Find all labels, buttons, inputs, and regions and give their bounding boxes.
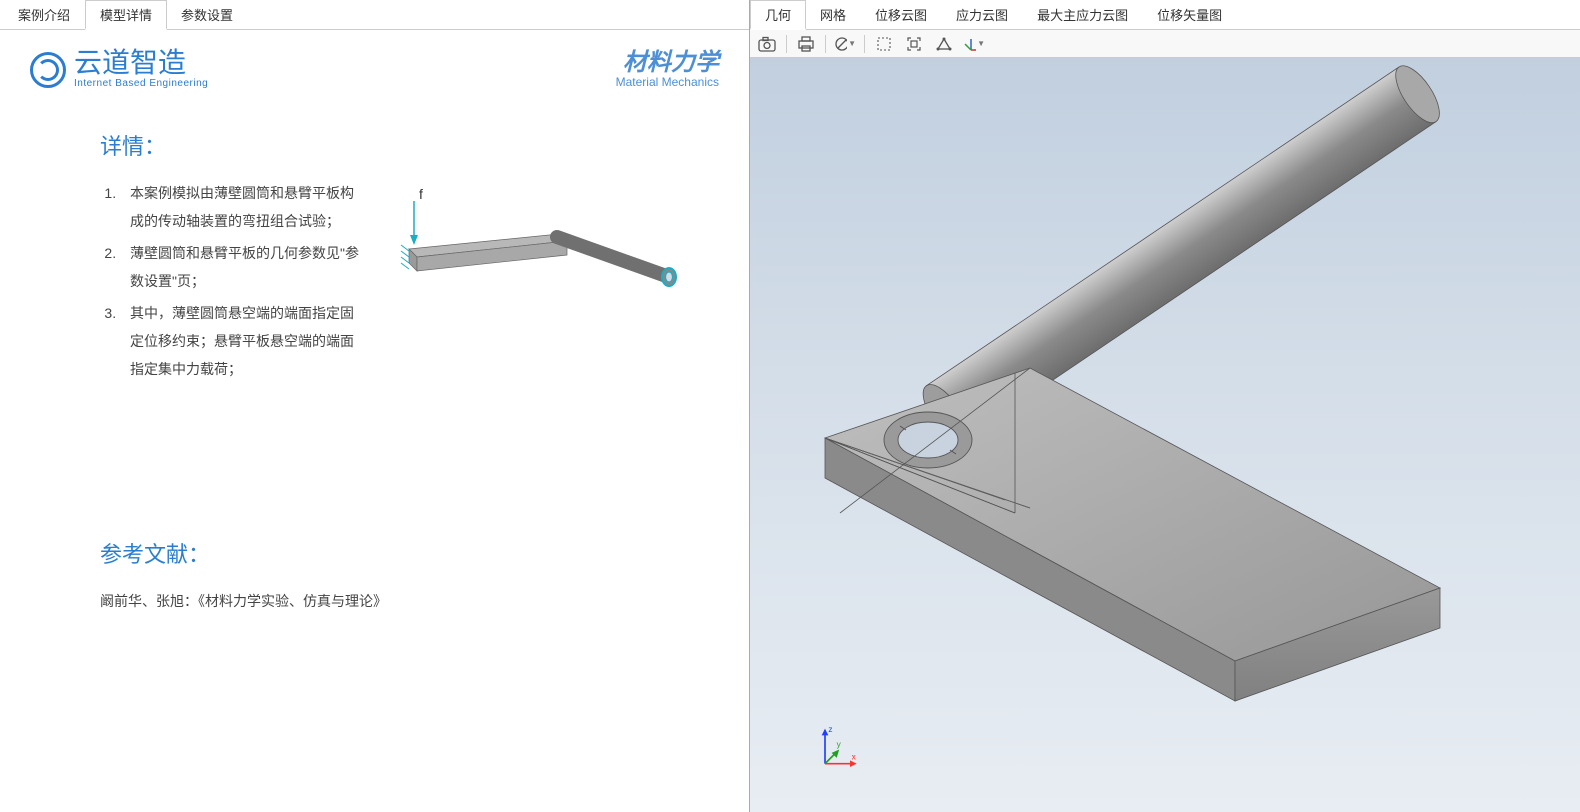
- select-box-icon[interactable]: [873, 33, 895, 55]
- camera-icon[interactable]: [756, 33, 778, 55]
- right-panel: 几何 网格 位移云图 应力云图 最大主应力云图 位移矢量图 ▼: [750, 0, 1580, 812]
- left-panel: 案例介绍 模型详情 参数设置 云道智造 Internet Based Engin…: [0, 0, 750, 812]
- tab-case-intro[interactable]: 案例介绍: [4, 0, 85, 29]
- tab-geometry[interactable]: 几何: [750, 0, 806, 30]
- geometry-model: [750, 58, 1580, 812]
- fit-view-icon[interactable]: [903, 33, 925, 55]
- content-area: 详情： 本案例模拟由薄壁圆筒和悬臂平板构成的传动轴装置的弯扭组合试验； 薄壁圆筒…: [0, 99, 749, 812]
- references-text: 阚前华、张旭：《材料力学实验、仿真与理论》: [100, 587, 689, 615]
- brand-sub: Internet Based Engineering: [74, 78, 208, 89]
- references-heading: 参考文献：: [100, 537, 689, 569]
- details-item-2: 薄壁圆筒和悬臂平板的几何参数见"参数设置"页；: [120, 239, 359, 295]
- tab-displacement-contour[interactable]: 位移云图: [861, 0, 942, 29]
- toolbar-separator: [786, 35, 787, 53]
- surface-edge-icon[interactable]: [933, 33, 955, 55]
- subject-title: 材料力学: [616, 51, 719, 75]
- brand-logo-right: 材料力学 Material Mechanics: [616, 51, 719, 89]
- tab-displacement-vector[interactable]: 位移矢量图: [1143, 0, 1237, 29]
- viewport-toolbar: ▼ ▼: [750, 30, 1580, 58]
- brand-logo-icon: [30, 52, 66, 88]
- tab-stress-contour[interactable]: 应力云图: [942, 0, 1023, 29]
- force-label: f: [419, 186, 423, 202]
- tab-max-principal-stress[interactable]: 最大主应力云图: [1023, 0, 1143, 29]
- dropdown-caret-icon: ▼: [848, 39, 856, 48]
- viewport-3d[interactable]: z x y: [750, 58, 1580, 812]
- references-section: 参考文献： 阚前华、张旭：《材料力学实验、仿真与理论》: [100, 537, 689, 615]
- axis-y-label: y: [837, 739, 842, 749]
- right-tab-bar: 几何 网格 位移云图 应力云图 最大主应力云图 位移矢量图: [750, 0, 1580, 30]
- dropdown-caret-icon: ▼: [977, 39, 985, 48]
- details-item-1: 本案例模拟由薄壁圆筒和悬臂平板构成的传动轴装置的弯扭组合试验；: [120, 179, 359, 235]
- header-logos: 云道智造 Internet Based Engineering 材料力学 Mat…: [0, 30, 749, 99]
- toolbar-separator: [864, 35, 865, 53]
- axis-z-label: z: [828, 724, 832, 734]
- subject-sub: Material Mechanics: [616, 75, 719, 89]
- left-tab-bar: 案例介绍 模型详情 参数设置: [0, 0, 749, 30]
- details-item-3: 其中，薄壁圆筒悬空端的端面指定固定位移约束；悬臂平板悬空端的端面指定集中力载荷；: [120, 299, 359, 383]
- details-heading: 详情：: [100, 129, 689, 161]
- axis-gizmo: z x y: [810, 722, 860, 772]
- brand-name: 云道智造: [74, 50, 208, 78]
- tab-mesh[interactable]: 网格: [806, 0, 861, 29]
- tab-model-details[interactable]: 模型详情: [85, 0, 167, 30]
- axis-icon[interactable]: ▼: [963, 33, 985, 55]
- brand-logo-left: 云道智造 Internet Based Engineering: [30, 50, 208, 89]
- details-list: 本案例模拟由薄壁圆筒和悬臂平板构成的传动轴装置的弯扭组合试验； 薄壁圆筒和悬臂平…: [100, 179, 359, 387]
- toolbar-separator: [825, 35, 826, 53]
- axis-x-label: x: [852, 752, 857, 762]
- print-icon[interactable]: [795, 33, 817, 55]
- details-diagram: f: [389, 179, 689, 329]
- circle-slash-icon[interactable]: ▼: [834, 33, 856, 55]
- tab-param-settings[interactable]: 参数设置: [167, 0, 248, 29]
